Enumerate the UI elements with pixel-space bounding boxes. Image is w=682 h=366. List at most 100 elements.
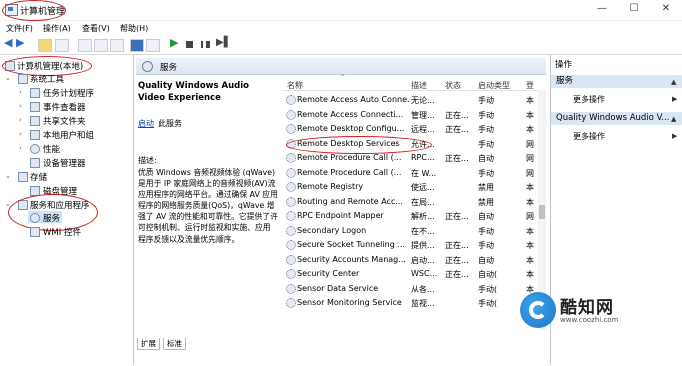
table-row[interactable]: Remote Procedure Call (... 在 W... 手动网: [282, 166, 544, 181]
table-row[interactable]: Security Center WSC... 正在... 自动(本: [282, 267, 544, 282]
menu-help[interactable]: 帮助(H): [120, 23, 148, 34]
table-row[interactable]: RPC Endpoint Mapper 解析... 正在... 自动网: [282, 209, 544, 224]
service-desc-cell: 使远...: [411, 183, 435, 192]
service-desc-cell: RPC...: [411, 153, 435, 162]
system-tools-icon: [18, 74, 28, 84]
service-desc-cell: WSC...: [411, 269, 438, 278]
more-actions-services[interactable]: 更多操作: [573, 94, 605, 105]
service-gear-icon: [286, 196, 296, 207]
tree-item-storage[interactable]: 存储: [30, 171, 47, 183]
column-header-name[interactable]: 名称: [287, 80, 303, 91]
watermark-url: www.coozhi.com: [560, 316, 619, 324]
tree-item-task-scheduler[interactable]: 任务计划程序: [43, 87, 94, 99]
table-row[interactable]: Secondary Logon 在不... 手动本: [282, 224, 544, 239]
tree-item-device-manager[interactable]: 设备管理器: [43, 157, 86, 169]
event-viewer-icon: [30, 102, 40, 112]
column-header-description[interactable]: 描述: [411, 80, 427, 91]
more-actions-service-item[interactable]: 更多操作: [573, 131, 605, 142]
column-header-startup[interactable]: 启动类型: [478, 80, 510, 91]
tab-extended[interactable]: 扩展: [137, 338, 160, 350]
watermark-name: 酷知网: [560, 298, 614, 318]
forward-arrow-icon[interactable]: ▶: [16, 37, 24, 49]
close-button[interactable]: ✕: [650, 0, 682, 18]
service-desc-cell: 解析...: [411, 212, 435, 221]
expand-chevron-icon[interactable]: ›: [19, 102, 22, 110]
expand-chevron-icon[interactable]: ›: [19, 130, 22, 138]
service-name-cell: Security Accounts Manag...: [297, 254, 406, 264]
collapse-arrow-icon[interactable]: ▲: [671, 115, 676, 123]
service-gear-icon: [286, 211, 296, 221]
export-list-icon[interactable]: [110, 39, 124, 52]
pause-service-icon[interactable]: [201, 41, 206, 48]
service-name-cell: Remote Desktop Configu...: [297, 124, 405, 133]
column-header-status[interactable]: 状态: [445, 80, 461, 91]
table-row[interactable]: Routing and Remote Acc... 在局... 禁用本: [282, 195, 544, 210]
help-icon[interactable]: [130, 39, 144, 52]
submenu-arrow-icon[interactable]: ▶: [672, 132, 677, 140]
restart-service-icon[interactable]: ▶▌: [216, 37, 231, 49]
tree-item-services[interactable]: 服务: [43, 212, 60, 224]
tab-standard[interactable]: 标准: [163, 338, 186, 350]
task-scheduler-icon: [30, 88, 40, 98]
actions-group-services[interactable]: 服务: [551, 75, 682, 88]
scrollbar-thumb[interactable]: [539, 205, 545, 219]
service-name-cell: Security Center: [297, 269, 360, 278]
folder-up-icon[interactable]: [38, 39, 52, 52]
service-gear-icon: [286, 109, 296, 120]
service-gear-icon: [286, 153, 296, 163]
service-startup-cell: 手动: [478, 241, 494, 250]
expand-chevron-icon[interactable]: ›: [19, 88, 22, 96]
start-service-icon[interactable]: ▶: [170, 37, 178, 49]
console-icon[interactable]: [146, 39, 160, 52]
actions-group-service-item[interactable]: Quality Windows Audio V...: [551, 112, 682, 125]
service-name-cell: Remote Procedure Call (...: [297, 153, 402, 162]
table-row[interactable]: Remote Desktop Configu... 远程... 正在... 手动本: [282, 122, 544, 137]
service-gear-icon: [286, 95, 296, 105]
selected-service-name: Quality Windows Audio Video Experience: [138, 81, 250, 103]
submenu-arrow-icon[interactable]: ▶: [672, 95, 677, 103]
table-row[interactable]: Sensor Monitoring Service监视...手动(本: [282, 296, 544, 311]
table-row[interactable]: Remote Access Connecti... 管理... 正在... 手动本: [282, 108, 544, 123]
local-users-icon: [30, 130, 40, 140]
properties-icon[interactable]: [78, 39, 92, 52]
collapse-chevron-icon[interactable]: ⌄: [5, 74, 11, 82]
service-name-cell: Sensor Data Service: [297, 283, 379, 293]
tree-item-event-viewer[interactable]: 事件查看器: [43, 101, 86, 113]
table-row[interactable]: Security Accounts Manag... 启动... 正在... 自动本: [282, 253, 544, 268]
tree-item-local-users[interactable]: 本地用户和组: [43, 129, 94, 141]
service-gear-icon: [286, 298, 296, 308]
minimize-button[interactable]: —: [586, 0, 618, 18]
service-desc-cell: 监视...: [411, 299, 435, 308]
service-status-cell: 正在...: [445, 241, 469, 250]
stop-service-icon[interactable]: [186, 41, 193, 48]
expand-chevron-icon[interactable]: ›: [19, 144, 22, 152]
service-name-cell: Remote Access Connecti...: [297, 109, 404, 119]
refresh-icon[interactable]: [94, 39, 108, 52]
services-header-title: 服务: [160, 63, 178, 73]
tree-item-system-tools[interactable]: 系统工具: [30, 73, 64, 85]
back-arrow-icon[interactable]: ◀: [4, 37, 12, 49]
table-row[interactable]: Remote Registry 使远... 禁用本: [282, 180, 544, 195]
table-row[interactable]: Remote Access Auto Conne... 无论... 手动本: [282, 93, 544, 108]
collapse-arrow-icon[interactable]: ▲: [671, 78, 676, 86]
start-service-link[interactable]: 启动: [138, 118, 154, 129]
service-desc-cell: 提供...: [411, 241, 435, 250]
table-row[interactable]: Remote Procedure Call (... RPC... 正在... 自动网: [282, 151, 544, 166]
column-header-logon[interactable]: 登: [526, 80, 534, 91]
tree-item-shared-folders[interactable]: 共享文件夹: [43, 115, 86, 127]
expand-chevron-icon[interactable]: ›: [19, 116, 22, 124]
table-row[interactable]: Sensor Data Service 从各... 手动(本: [282, 282, 544, 297]
collapse-chevron-icon[interactable]: ⌄: [5, 172, 11, 180]
menu-view[interactable]: 查看(V): [82, 23, 110, 34]
tree-item-performance[interactable]: 性能: [43, 143, 60, 155]
table-row[interactable]: Secure Socket Tunneling ... 提供... 正在... 手动本: [282, 238, 544, 253]
tree-item-wmi[interactable]: WMI 控件: [43, 226, 81, 238]
service-desc-cell: 在局...: [411, 197, 435, 207]
service-status-cell: 正在...: [445, 154, 469, 163]
service-desc-cell: 管理...: [411, 110, 435, 120]
maximize-button[interactable]: ☐: [618, 0, 650, 18]
menu-file[interactable]: 文件(F): [6, 23, 33, 34]
show-hide-tree-icon[interactable]: [55, 39, 69, 52]
menu-action[interactable]: 操作(A): [43, 23, 71, 34]
service-status-cell: 正在...: [445, 212, 469, 221]
